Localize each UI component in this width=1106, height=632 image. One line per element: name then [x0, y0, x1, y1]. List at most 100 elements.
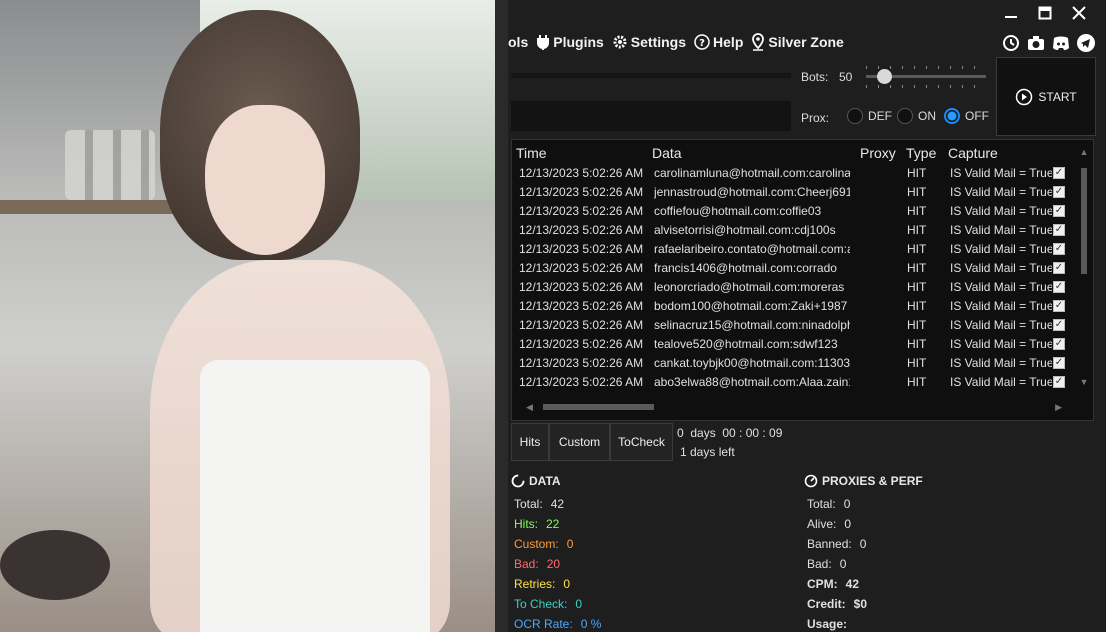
- stat-value: 22: [546, 517, 560, 531]
- table-row[interactable]: 12/13/2023 5:02:26 AM carolinamluna@hotma…: [512, 164, 1072, 183]
- header-proxy[interactable]: Proxy: [860, 145, 896, 161]
- scroll-down-icon[interactable]: ▼: [1079, 378, 1089, 387]
- menu-item-silver-zone-label: Silver Zone: [768, 34, 844, 50]
- stat-label: Bad:: [807, 557, 832, 571]
- cell-time: 12/13/2023 5:02:26 AM: [519, 242, 644, 256]
- table-row[interactable]: 12/13/2023 5:02:26 AM francis1406@hotmail…: [512, 259, 1072, 278]
- config-field[interactable]: [511, 101, 791, 131]
- start-button-label: START: [1038, 89, 1077, 104]
- tab-custom[interactable]: Custom: [549, 423, 610, 461]
- data-stat: Retries: 0: [514, 577, 570, 591]
- row-checkbox[interactable]: ✓: [1053, 300, 1065, 312]
- menu-item-tools[interactable]: ols: [508, 34, 528, 50]
- radio-on-label: ON: [918, 109, 936, 123]
- cell-data: alvisetorrisi@hotmail.com:cdj100s: [654, 223, 836, 237]
- wordlist-field[interactable]: [511, 73, 791, 78]
- row-checkbox[interactable]: ✓: [1053, 243, 1065, 255]
- scroll-left-icon[interactable]: ◀: [526, 402, 533, 412]
- result-tabs: Hits Custom ToCheck: [511, 423, 673, 461]
- gear-icon: [613, 35, 627, 49]
- stat-value: 0: [563, 577, 571, 591]
- row-checkbox[interactable]: ✓: [1053, 357, 1065, 369]
- bots-slider[interactable]: [866, 66, 986, 88]
- radio-off-dot[interactable]: [944, 108, 960, 124]
- cell-capture: IS Valid Mail = True: [950, 337, 1052, 351]
- menu-item-silver-zone[interactable]: Silver Zone: [751, 33, 844, 51]
- discord-icon[interactable]: [1049, 32, 1073, 54]
- radio-off-label: OFF: [965, 109, 989, 123]
- radio-on[interactable]: ON: [897, 108, 936, 124]
- cell-data: selinacruz15@hotmail.com:ninadolph: [654, 318, 850, 332]
- horizontal-scrollbar[interactable]: ◀ ▶: [526, 402, 1062, 412]
- header-data[interactable]: Data: [652, 145, 682, 161]
- cell-data: abo3elwa88@hotmail.com:Alaa.zain1: [654, 375, 850, 389]
- radio-on-dot[interactable]: [897, 108, 913, 124]
- table-row[interactable]: 12/13/2023 5:02:26 AM coffiefou@hotmail.c…: [512, 202, 1072, 221]
- table-row[interactable]: 12/13/2023 5:02:26 AM bodom100@hotmail.co…: [512, 297, 1072, 316]
- radio-off[interactable]: OFF: [944, 108, 989, 124]
- photo-jars: [65, 130, 155, 200]
- slider-ticks-bottom: [866, 85, 986, 88]
- vertical-scrollbar[interactable]: ▲ ▼: [1079, 148, 1089, 387]
- close-icon[interactable]: [1062, 2, 1096, 24]
- table-row[interactable]: 12/13/2023 5:02:26 AM alvisetorrisi@hotma…: [512, 221, 1072, 240]
- stat-value: 0: [839, 557, 847, 571]
- row-checkbox[interactable]: ✓: [1053, 262, 1065, 274]
- radio-def-label: DEF: [868, 109, 892, 123]
- radio-def[interactable]: DEF: [847, 108, 892, 124]
- table-row[interactable]: 12/13/2023 5:02:26 AM jennastroud@hotmail…: [512, 183, 1072, 202]
- radio-def-dot[interactable]: [847, 108, 863, 124]
- cell-type: HIT: [907, 166, 927, 180]
- scroll-right-icon[interactable]: ▶: [1055, 402, 1062, 412]
- start-button[interactable]: START: [996, 57, 1096, 136]
- row-checkbox[interactable]: ✓: [1053, 319, 1065, 331]
- cell-data: carolinamluna@hotmail.com:carolina: [654, 166, 850, 180]
- table-row[interactable]: 12/13/2023 5:02:26 AM cankat.toybjk00@hot…: [512, 354, 1072, 373]
- table-row[interactable]: 12/13/2023 5:02:26 AM abo3elwa88@hotmail.…: [512, 373, 1072, 392]
- proxy-stat: Usage:: [807, 617, 855, 631]
- cell-capture: IS Valid Mail = True: [950, 185, 1052, 199]
- svg-text:?: ?: [699, 38, 705, 49]
- menu-item-settings[interactable]: Settings: [612, 34, 686, 50]
- scroll-up-icon[interactable]: ▲: [1079, 148, 1089, 157]
- table-row[interactable]: 12/13/2023 5:02:26 AM leonorcriado@hotmai…: [512, 278, 1072, 297]
- photo-apron: [200, 360, 430, 632]
- cell-type: HIT: [907, 356, 927, 370]
- row-checkbox[interactable]: ✓: [1053, 167, 1065, 179]
- table-row[interactable]: 12/13/2023 5:02:26 AM rafaelaribeiro.cont…: [512, 240, 1072, 259]
- row-checkbox[interactable]: ✓: [1053, 376, 1065, 388]
- stat-label: Credit:: [807, 597, 846, 611]
- row-checkbox[interactable]: ✓: [1053, 205, 1065, 217]
- data-section-title: DATA: [511, 474, 561, 488]
- data-stat: Bad: 20: [514, 557, 560, 571]
- header-capture[interactable]: Capture: [948, 145, 998, 161]
- cell-capture: IS Valid Mail = True: [950, 375, 1052, 389]
- cell-type: HIT: [907, 375, 927, 389]
- maximize-icon[interactable]: [1028, 2, 1062, 24]
- table-row[interactable]: 12/13/2023 5:02:26 AM tealove520@hotmail.…: [512, 335, 1072, 354]
- menu-bar: ols Plugins Settings ? Help Silver Zone: [508, 26, 852, 58]
- table-row[interactable]: 12/13/2023 5:02:26 AM selinacruz15@hotmai…: [512, 316, 1072, 335]
- row-checkbox[interactable]: ✓: [1053, 338, 1065, 350]
- header-type[interactable]: Type: [906, 145, 936, 161]
- tab-tocheck[interactable]: ToCheck: [610, 423, 673, 461]
- minimize-icon[interactable]: [994, 2, 1028, 24]
- cell-data: bodom100@hotmail.com:Zaki+1987: [654, 299, 848, 313]
- row-checkbox[interactable]: ✓: [1053, 281, 1065, 293]
- history-icon[interactable]: [999, 32, 1023, 54]
- row-checkbox[interactable]: ✓: [1053, 224, 1065, 236]
- telegram-icon[interactable]: [1074, 32, 1098, 54]
- vertical-scroll-thumb[interactable]: [1081, 168, 1087, 274]
- slider-thumb[interactable]: [876, 69, 892, 84]
- cell-time: 12/13/2023 5:02:26 AM: [519, 166, 644, 180]
- plug-icon: [537, 35, 550, 50]
- row-checkbox[interactable]: ✓: [1053, 186, 1065, 198]
- menu-item-plugins[interactable]: Plugins: [536, 34, 604, 50]
- tab-hits[interactable]: Hits: [511, 423, 549, 461]
- menu-item-help[interactable]: ? Help: [694, 34, 743, 50]
- horizontal-scroll-thumb[interactable]: [543, 404, 654, 410]
- proxy-stat: Total: 0: [807, 497, 850, 511]
- data-title-label: DATA: [529, 474, 561, 488]
- camera-icon[interactable]: [1024, 32, 1048, 54]
- header-time[interactable]: Time: [516, 145, 547, 161]
